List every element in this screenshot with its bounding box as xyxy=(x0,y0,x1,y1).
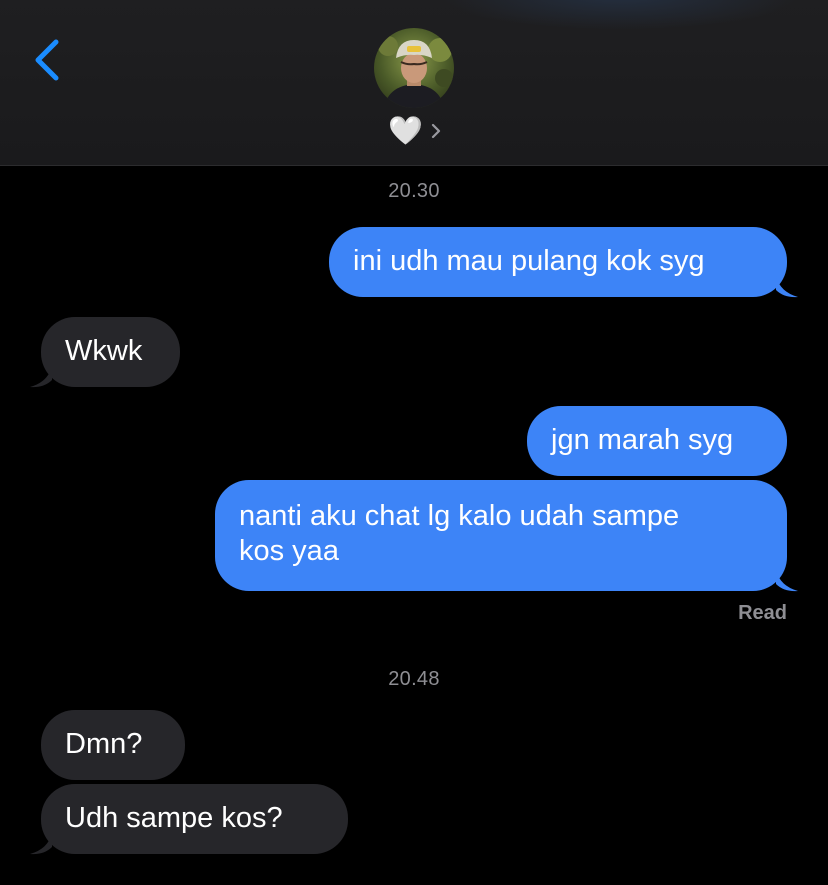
message-bubble-outgoing[interactable]: jgn marah syg xyxy=(527,406,787,476)
contact-name: 🤍 xyxy=(388,115,423,146)
message-bubble-outgoing[interactable]: ini udh mau pulang kok syg xyxy=(329,227,787,297)
chevron-right-icon xyxy=(431,123,440,139)
contact-name-row[interactable]: 🤍 xyxy=(388,114,443,148)
message-bubble-incoming[interactable]: Dmn? xyxy=(41,710,185,780)
chevron-left-icon xyxy=(35,39,59,81)
contact-avatar[interactable] xyxy=(374,28,454,108)
read-receipt: Read xyxy=(738,602,787,624)
back-button[interactable] xyxy=(26,34,70,86)
bubble-tail xyxy=(776,570,798,592)
avatar-photo xyxy=(374,28,454,108)
message-bubble-outgoing[interactable]: nanti aku chat lg kalo udah sampe kos ya… xyxy=(215,480,787,591)
conversation-header: 🤍 xyxy=(0,0,828,166)
timestamp: 20.30 xyxy=(388,180,440,202)
bubble-tail xyxy=(30,833,52,855)
message-bubble-incoming[interactable]: Udh sampe kos? xyxy=(41,784,348,854)
bubble-tail xyxy=(30,366,52,388)
timestamp: 20.48 xyxy=(388,668,440,690)
message-bubble-incoming[interactable]: Wkwk xyxy=(41,317,180,387)
header-glow xyxy=(440,0,800,30)
bubble-tail xyxy=(776,276,798,298)
